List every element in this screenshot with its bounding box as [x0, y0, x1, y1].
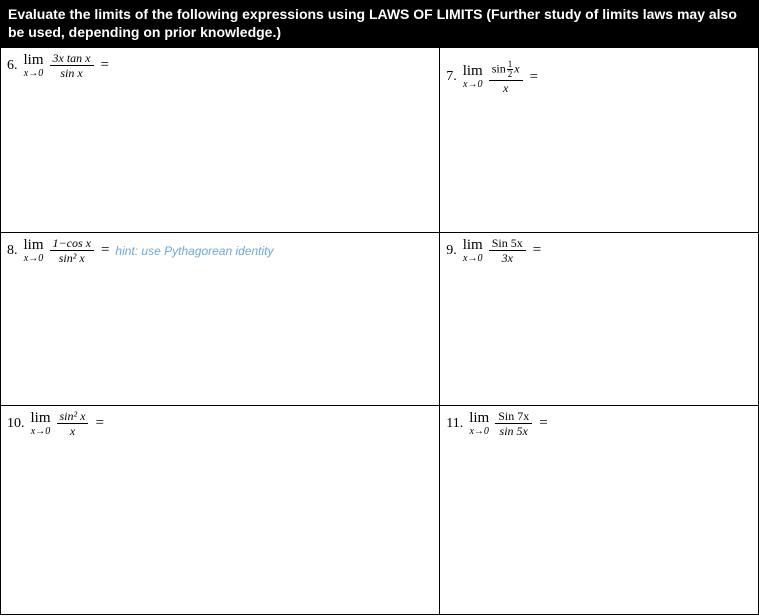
denominator: sin x — [57, 66, 85, 79]
limit-notation: lim x→0 — [463, 64, 483, 90]
lim-approach: x→0 — [469, 427, 488, 437]
equals-sign: = — [533, 242, 541, 259]
row-1: 6. lim x→0 3x tan x sin x = 7. lim x→0 — [0, 47, 759, 233]
fraction: Sin 7x sin 5x — [495, 410, 532, 437]
fraction: 3x tan x sin x — [50, 52, 94, 79]
limit-notation: lim x→0 — [469, 411, 489, 437]
problem-number: 7. — [446, 69, 457, 85]
problem-number: 10. — [7, 416, 25, 432]
cell-problem-6: 6. lim x→0 3x tan x sin x = — [0, 47, 440, 233]
lim-approach: x→0 — [24, 254, 43, 264]
numerator: sin12x — [489, 60, 523, 81]
lim-text: lim — [463, 238, 483, 253]
denominator: sin² x — [56, 251, 88, 264]
lim-approach: x→0 — [24, 69, 43, 79]
lim-approach: x→0 — [463, 80, 482, 90]
limit-notation: lim x→0 — [24, 238, 44, 264]
lim-text: lim — [24, 238, 44, 253]
header-line2: be used, depending on prior knowledge.) — [8, 24, 281, 40]
limit-notation: lim x→0 — [463, 238, 483, 264]
cell-problem-8: 8. lim x→0 1−cos x sin² x = hint: use Py… — [0, 233, 440, 406]
limit-notation: lim x→0 — [24, 53, 44, 79]
problem-9: 9. lim x→0 Sin 5x 3x = — [446, 237, 752, 264]
lim-approach: x→0 — [463, 254, 482, 264]
cell-problem-11: 11. lim x→0 Sin 7x sin 5x = — [440, 406, 759, 615]
problem-number: 6. — [7, 58, 18, 74]
fraction: sin12x x — [489, 60, 523, 94]
numerator: Sin 7x — [495, 410, 532, 424]
fraction: sin² x x — [57, 410, 89, 437]
fraction: Sin 5x 3x — [489, 237, 526, 264]
header-line1: Evaluate the limits of the following exp… — [8, 6, 737, 22]
problem-number: 8. — [7, 243, 18, 259]
problems-grid: 6. lim x→0 3x tan x sin x = 7. lim x→0 — [0, 47, 759, 615]
denominator: sin 5x — [497, 424, 531, 437]
fraction: 1−cos x sin² x — [50, 237, 94, 264]
problem-8: 8. lim x→0 1−cos x sin² x = hint: use Py… — [7, 237, 433, 264]
half-de: 2 — [507, 70, 514, 79]
numerator: 1−cos x — [50, 237, 94, 251]
equals-sign: = — [95, 415, 103, 432]
equals-sign: = — [101, 57, 109, 74]
lim-approach: x→0 — [31, 427, 50, 437]
numerator: sin² x — [57, 410, 89, 424]
lim-text: lim — [31, 411, 51, 426]
denominator: x — [67, 424, 78, 437]
x-var: x — [514, 62, 519, 76]
problem-10: 10. lim x→0 sin² x x = — [7, 410, 433, 437]
limit-notation: lim x→0 — [31, 411, 51, 437]
problem-7: 7. lim x→0 sin12x x = — [446, 60, 752, 94]
sin-label: sin — [492, 62, 506, 76]
cell-problem-7: 7. lim x→0 sin12x x = — [440, 47, 759, 233]
equals-sign: = — [530, 69, 538, 86]
lim-text: lim — [469, 411, 489, 426]
equals-sign: = — [101, 242, 109, 259]
problem-number: 9. — [446, 243, 457, 259]
problem-11: 11. lim x→0 Sin 7x sin 5x = — [446, 410, 752, 437]
numerator: 3x tan x — [50, 52, 94, 66]
lim-text: lim — [463, 64, 483, 79]
hint-text: hint: use Pythagorean identity — [115, 244, 273, 258]
equals-sign: = — [539, 415, 547, 432]
problem-6: 6. lim x→0 3x tan x sin x = — [7, 52, 433, 79]
one-half-fraction: 12 — [507, 60, 514, 79]
problem-number: 11. — [446, 416, 463, 432]
denominator: 3x — [499, 251, 516, 264]
numerator: Sin 5x — [489, 237, 526, 251]
cell-problem-9: 9. lim x→0 Sin 5x 3x = — [440, 233, 759, 406]
instructions-header: Evaluate the limits of the following exp… — [0, 0, 759, 47]
row-3: 10. lim x→0 sin² x x = 11. lim x→0 — [0, 406, 759, 615]
lim-text: lim — [24, 53, 44, 68]
denominator: x — [500, 81, 511, 94]
row-2: 8. lim x→0 1−cos x sin² x = hint: use Py… — [0, 233, 759, 406]
cell-problem-10: 10. lim x→0 sin² x x = — [0, 406, 440, 615]
